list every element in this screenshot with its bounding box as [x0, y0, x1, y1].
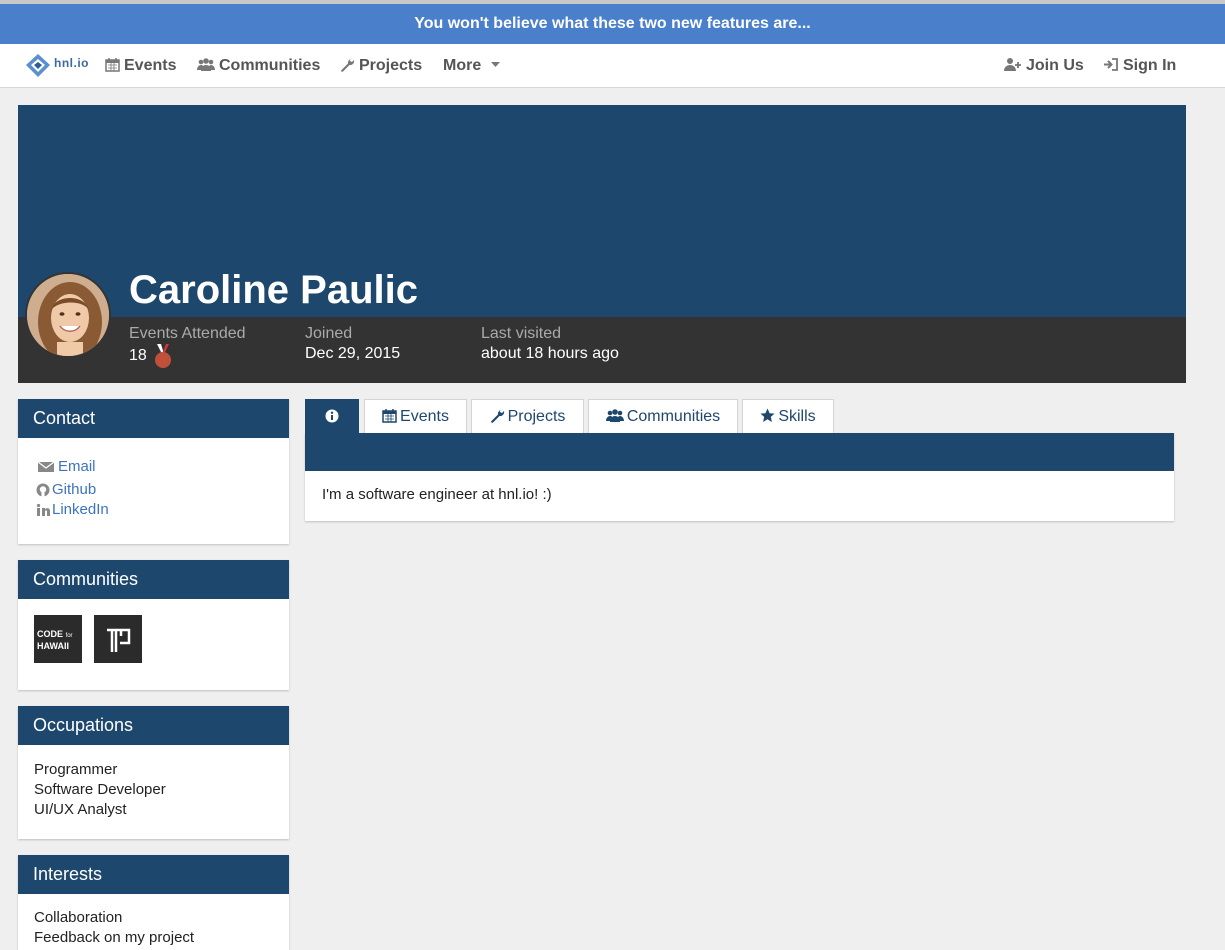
- occupations-panel-title: Occupations: [18, 706, 289, 745]
- users-icon: [605, 409, 624, 422]
- interest-item: Collaboration: [34, 909, 123, 926]
- linkedin-icon: [36, 503, 50, 517]
- contact-panel-title: Contact: [18, 399, 289, 438]
- email-link[interactable]: Email: [34, 456, 273, 479]
- tab-communities[interactable]: Communities: [588, 399, 738, 433]
- occupation-item: UI/UX Analyst: [34, 801, 127, 818]
- linkedin-link[interactable]: LinkedIn: [34, 499, 273, 519]
- stat-value: about 18 hours ago: [481, 345, 619, 362]
- interests-panel-title: Interests: [18, 855, 289, 894]
- wrench-icon: [341, 58, 355, 72]
- sign-in-icon: [1104, 58, 1118, 71]
- occupation-item: Software Developer: [34, 781, 166, 798]
- profile-cover: Caroline Paulic Events Attended 18 Joine…: [18, 105, 1186, 383]
- github-link[interactable]: Github: [34, 479, 273, 499]
- github-icon: [36, 483, 50, 498]
- user-plus-icon: [1004, 58, 1021, 71]
- tab-info[interactable]: [305, 399, 359, 433]
- about-text: I'm a software engineer at hnl.io! :): [322, 486, 552, 503]
- info-icon: [325, 409, 339, 423]
- wrench-icon: [490, 409, 504, 423]
- contact-panel-body: Email Github LinkedIn: [18, 438, 289, 533]
- stat-label: Last visited: [481, 325, 562, 342]
- tab-projects[interactable]: Projects: [471, 399, 584, 433]
- interests-list: Collaboration Feedback on my project: [18, 894, 289, 950]
- banner-text[interactable]: You won't believe what these two new fea…: [414, 15, 811, 32]
- stat-label: Joined: [305, 325, 353, 342]
- envelope-icon: [37, 461, 55, 473]
- stat-label: Events Attended: [129, 325, 246, 342]
- nav-more-label: More: [443, 57, 482, 74]
- code-for-hawaii-logo[interactable]: CODE for HAWAII: [34, 615, 82, 663]
- tab-content-header: [305, 433, 1174, 471]
- occupations-panel: Occupations Programmer Software Develope…: [18, 706, 289, 839]
- calendar-icon: [382, 409, 397, 423]
- nav-events-label: Events: [124, 57, 177, 74]
- stat-last-visited: Last visited about 18 hours ago: [481, 324, 619, 364]
- avatar: [25, 272, 111, 358]
- tab-communities-label: Communities: [626, 408, 721, 425]
- communities-panel-title: Communities: [18, 560, 289, 599]
- stat-value-row: 18: [129, 344, 246, 368]
- linkedin-link-label: LinkedIn: [52, 501, 109, 518]
- stat-joined: Joined Dec 29, 2015: [305, 324, 400, 364]
- email-link-label: Email: [58, 458, 96, 475]
- stat-events-attended: Events Attended 18: [129, 324, 246, 368]
- medal-icon: [155, 344, 172, 368]
- tab-projects-label: Projects: [507, 408, 566, 425]
- nav-projects-label: Projects: [359, 57, 423, 74]
- tab-events-label: Events: [400, 408, 449, 425]
- tab-events[interactable]: Events: [364, 399, 467, 433]
- hnl-logo[interactable]: hnl.io: [26, 53, 89, 79]
- nav-projects[interactable]: Projects: [340, 44, 422, 88]
- communities-panel: Communities CODE for HAWAII: [18, 560, 289, 690]
- occupation-item: Programmer: [34, 761, 118, 778]
- join-us-label: Join Us: [1026, 57, 1084, 74]
- communities-panel-body: CODE for HAWAII: [18, 599, 289, 679]
- tab-skills[interactable]: Skills: [742, 399, 834, 433]
- sign-in-link[interactable]: Sign In: [1103, 44, 1176, 88]
- top-navbar: hnl.io Events Communities Projects More: [0, 44, 1225, 88]
- pillar-community-logo[interactable]: [94, 615, 143, 663]
- calendar-icon: [105, 58, 120, 72]
- announcement-banner[interactable]: You won't believe what these two new fea…: [0, 4, 1225, 44]
- sign-in-label: Sign In: [1123, 57, 1177, 74]
- users-icon: [197, 58, 215, 71]
- interest-item: Feedback on my project: [34, 929, 195, 946]
- star-icon: [760, 408, 775, 422]
- avatar-photo: [27, 274, 109, 356]
- stat-value: Dec 29, 2015: [305, 345, 401, 362]
- nav-communities-label: Communities: [219, 57, 321, 74]
- stat-value: 18: [129, 347, 147, 364]
- contact-panel: Contact Email Github LinkedIn: [18, 399, 289, 544]
- profile-name: Caroline Paulic: [129, 268, 418, 312]
- tab-content-panel: I'm a software engineer at hnl.io! :): [305, 433, 1174, 521]
- pillar-logo-icon: [107, 628, 131, 652]
- logo-text: hnl.io: [54, 56, 89, 70]
- nav-more-dropdown[interactable]: More: [443, 44, 501, 88]
- occupations-list: Programmer Software Developer UI/UX Anal…: [18, 745, 289, 834]
- nav-events[interactable]: Events: [105, 44, 176, 88]
- github-link-label: Github: [52, 481, 97, 498]
- nav-communities[interactable]: Communities: [197, 44, 320, 88]
- join-us-link[interactable]: Join Us: [1003, 44, 1084, 88]
- interests-panel: Interests Collaboration Feedback on my p…: [18, 855, 289, 950]
- tab-skills-label: Skills: [778, 408, 816, 425]
- caret-down-icon: [490, 62, 500, 67]
- logo-diamond-icon: [26, 54, 50, 77]
- code-for-hawaii-text: CODE for HAWAII: [37, 629, 73, 651]
